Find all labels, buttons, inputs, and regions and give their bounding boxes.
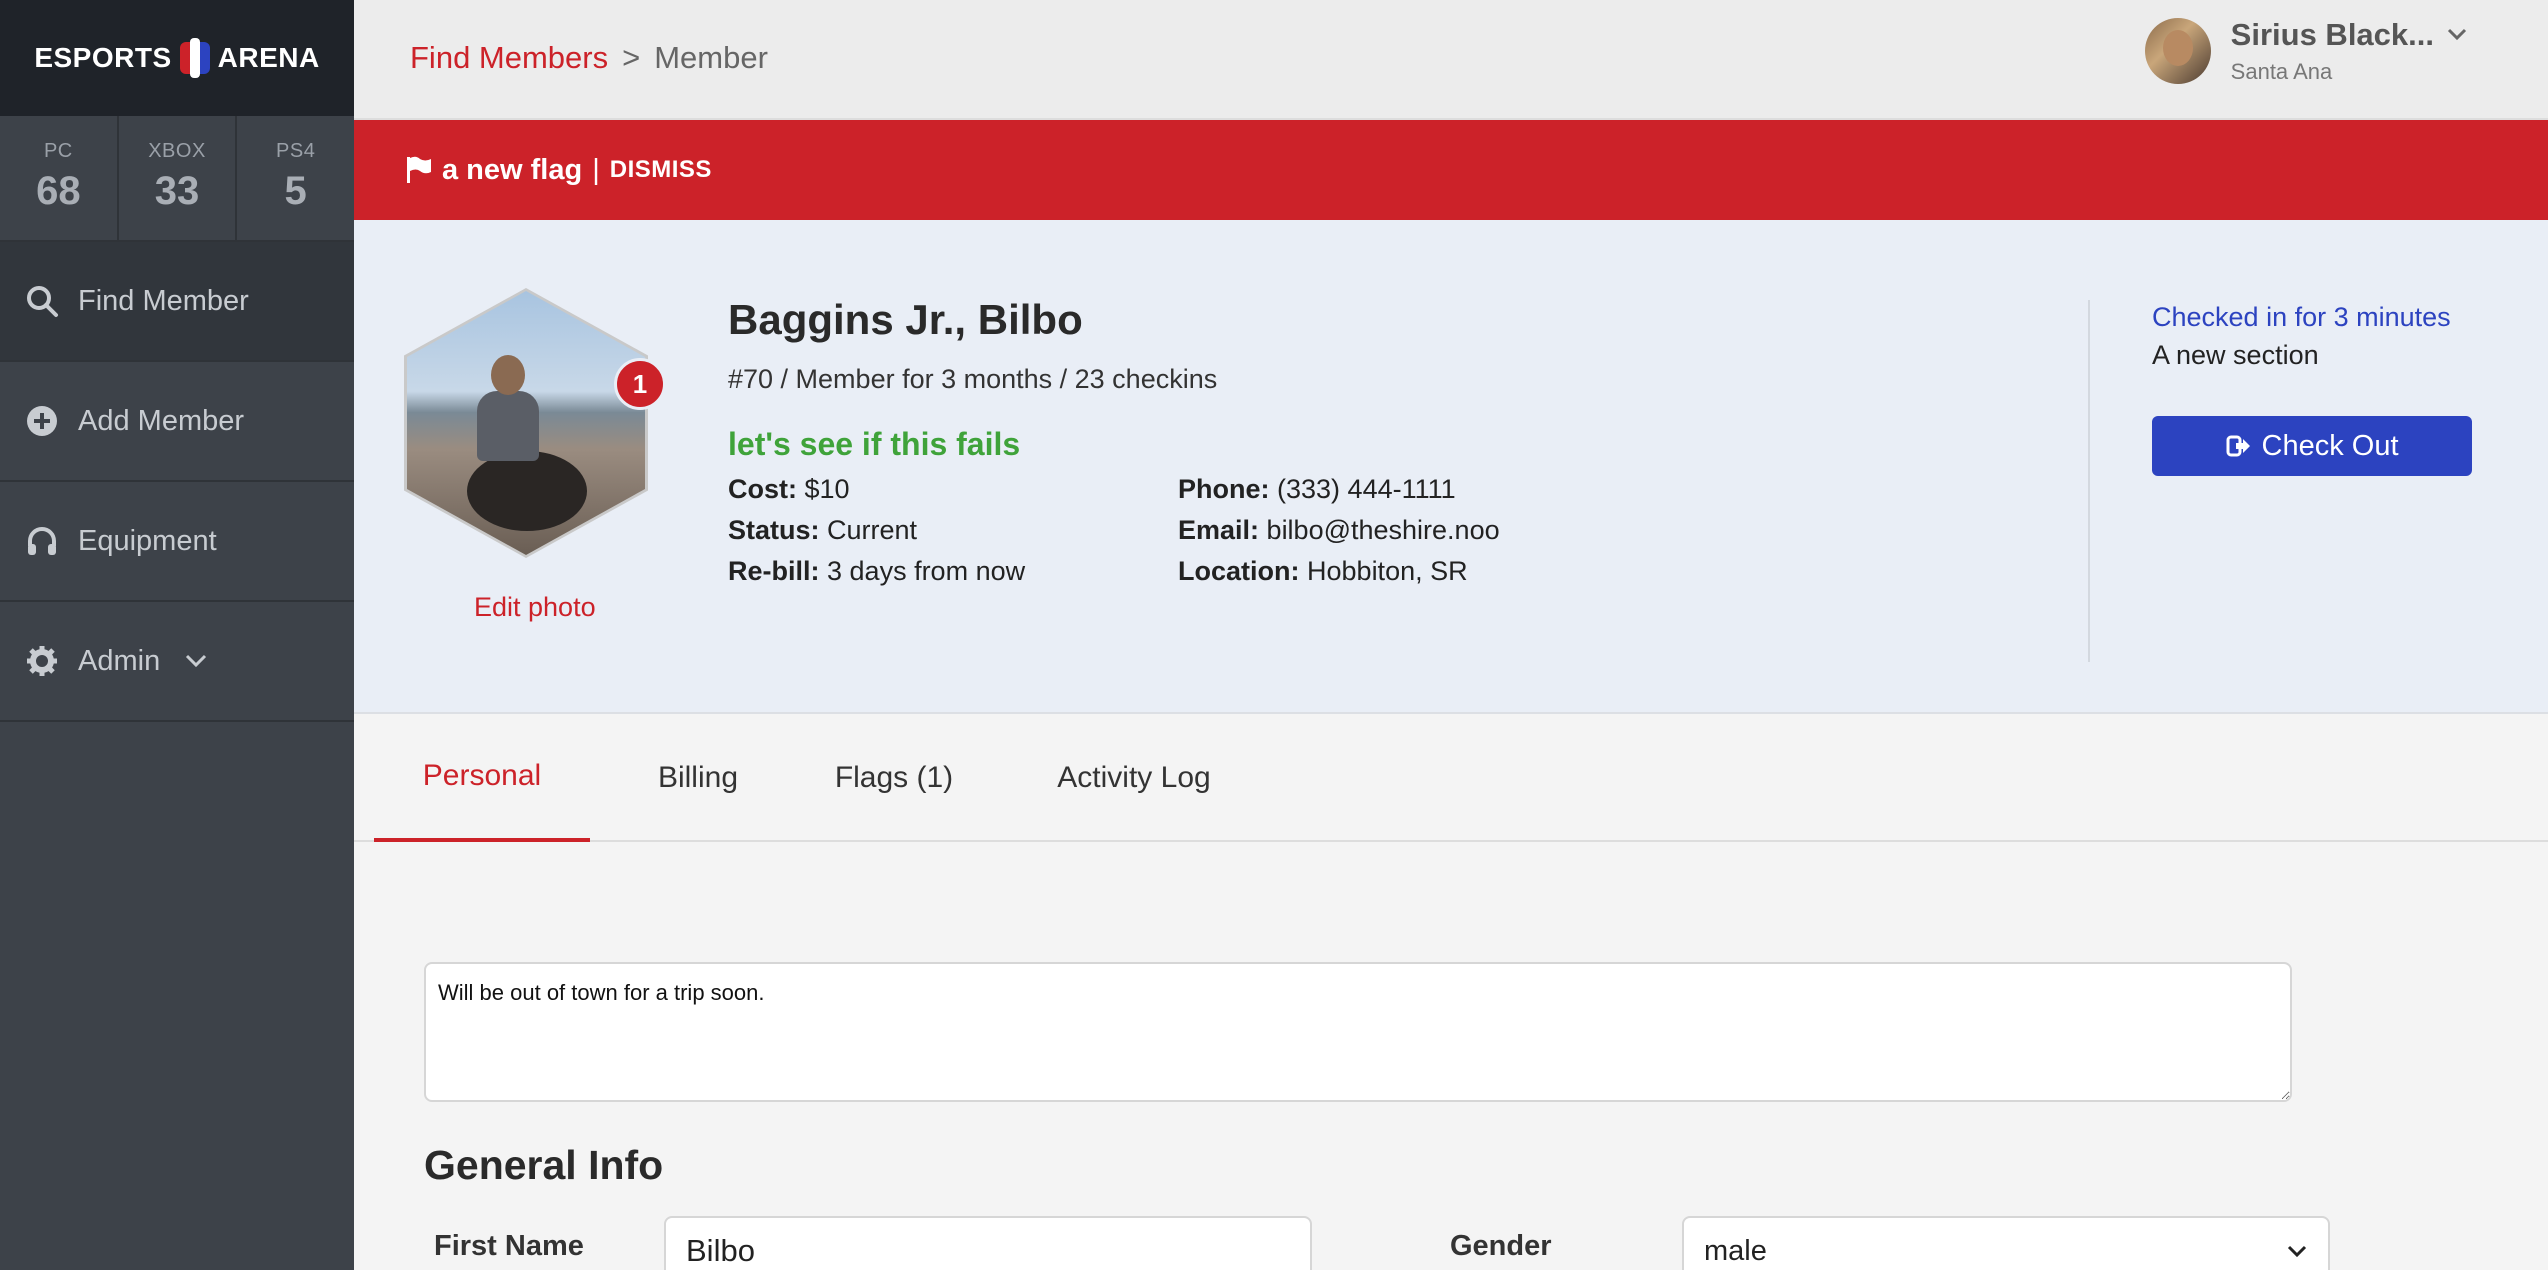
rebill-row: Re-bill: 3 days from now	[728, 556, 1178, 587]
edit-photo-link[interactable]: Edit photo	[474, 592, 596, 623]
platform-counts: PC 68 XBOX 33 PS4 5	[0, 116, 354, 242]
nav-label: Admin	[78, 644, 161, 677]
chevron-down-icon	[184, 653, 208, 669]
rebill-label: Re-bill:	[728, 556, 820, 586]
breadcrumb: Find Members > Member	[410, 40, 768, 76]
chevron-down-icon	[2286, 1244, 2308, 1258]
search-icon	[24, 283, 60, 319]
cost-label: Cost:	[728, 474, 797, 504]
email-row: Email: bilbo@theshire.noo	[1178, 515, 1528, 546]
sidebar: ESPORTS ARENA PC 68 XBOX 33 PS4 5 Find M…	[0, 0, 354, 1270]
breadcrumb-separator: >	[622, 40, 641, 75]
general-info-heading: General Info	[424, 1142, 664, 1188]
email-label: Email:	[1178, 515, 1260, 545]
vertical-divider	[2088, 300, 2090, 662]
count-value: 33	[154, 169, 200, 213]
checkin-status: Checked in for 3 minutes	[2152, 302, 2451, 332]
section-label: A new section	[2152, 340, 2319, 370]
email-value: bilbo@theshire.noo	[1266, 515, 1500, 545]
gender-label: Gender	[1450, 1230, 1552, 1262]
phone-label: Phone:	[1178, 474, 1270, 504]
status-value: Current	[827, 515, 918, 545]
user-menu[interactable]: Sirius Black... Santa Ana	[2144, 16, 2468, 86]
count-label: XBOX	[148, 140, 206, 162]
count-pc: PC 68	[0, 116, 119, 240]
tab-billing[interactable]: Billing	[614, 714, 782, 842]
count-value: 68	[36, 169, 81, 213]
nav-item-find-member[interactable]: Find Member	[0, 242, 354, 362]
count-label: PC	[43, 140, 73, 162]
nav-label: Add Member	[78, 404, 245, 437]
user-location: Santa Ana	[2230, 59, 2333, 84]
cost-row: Cost: $10	[728, 474, 1178, 505]
flag-text: a new flag	[442, 153, 583, 186]
gear-icon	[24, 643, 60, 679]
member-name: Baggins Jr., Bilbo	[728, 296, 1083, 343]
nav-label: Find Member	[78, 284, 249, 317]
rebill-value: 3 days from now	[827, 556, 1026, 586]
status-row: Status: Current	[728, 515, 1178, 546]
chevron-down-icon	[2446, 27, 2468, 46]
tab-personal[interactable]: Personal	[374, 714, 590, 842]
member-note: let's see if this fails	[728, 426, 1021, 462]
brand-left: ESPORTS	[34, 42, 172, 73]
count-xbox: XBOX 33	[119, 116, 238, 240]
flag-separator: |	[592, 153, 600, 186]
top-bar: Find Members > Member Sirius Black... Sant…	[354, 0, 2548, 120]
tab-flags[interactable]: Flags (1)	[794, 714, 994, 842]
flag-count-badge: 1	[614, 358, 666, 410]
first-name-label: First Name	[434, 1230, 584, 1262]
plus-circle-icon	[24, 403, 60, 439]
location-label: Location:	[1178, 556, 1300, 586]
nav-item-admin[interactable]: Admin	[0, 602, 354, 722]
brand-mark-icon	[178, 38, 212, 78]
check-out-button[interactable]: Check Out	[2152, 416, 2472, 476]
tab-bar: Personal Billing Flags (1) Activity Log	[354, 714, 2548, 842]
gender-value: male	[1704, 1234, 1767, 1267]
breadcrumb-current: Member	[654, 40, 768, 75]
brand-logo[interactable]: ESPORTS ARENA	[0, 0, 354, 116]
avatar	[2144, 18, 2211, 84]
notes-textarea[interactable]: Will be out of town for a trip soon.	[424, 962, 2292, 1102]
member-summary: #70 / Member for 3 months / 23 checkins	[728, 364, 1218, 394]
phone-row: Phone: (333) 444-1111	[1178, 474, 1528, 505]
check-out-label: Check Out	[2261, 429, 2399, 462]
member-header: 1 Edit photo Baggins Jr., Bilbo #70 / Me…	[354, 220, 2548, 714]
member-details: Cost: $10 Phone: (333) 444-1111 Status: …	[728, 474, 1528, 587]
count-ps4: PS4 5	[237, 116, 354, 240]
sign-out-icon	[2226, 434, 2252, 458]
count-value: 5	[284, 169, 307, 213]
cost-value: $10	[804, 474, 850, 504]
member-photo[interactable]: 1	[404, 288, 666, 558]
user-name: Sirius Black...	[2230, 17, 2434, 52]
count-label: PS4	[276, 140, 316, 162]
phone-value: (333) 444-1111	[1277, 474, 1456, 504]
first-name-input[interactable]	[664, 1216, 1312, 1270]
tab-activity-log[interactable]: Activity Log	[1014, 714, 1254, 842]
flag-icon	[406, 156, 432, 184]
nav-label: Equipment	[78, 524, 217, 557]
nav-item-add-member[interactable]: Add Member	[0, 362, 354, 482]
status-label: Status:	[728, 515, 820, 545]
gender-select[interactable]: male	[1682, 1216, 2330, 1270]
location-value: Hobbiton, SR	[1307, 556, 1468, 586]
location-row: Location: Hobbiton, SR	[1178, 556, 1528, 587]
flag-banner: a new flag | DISMISS	[354, 120, 2548, 220]
breadcrumb-link-find-members[interactable]: Find Members	[410, 40, 608, 75]
nav-item-equipment[interactable]: Equipment	[0, 482, 354, 602]
dismiss-button[interactable]: DISMISS	[610, 156, 712, 184]
headset-icon	[24, 523, 60, 559]
brand-right: ARENA	[217, 42, 320, 73]
